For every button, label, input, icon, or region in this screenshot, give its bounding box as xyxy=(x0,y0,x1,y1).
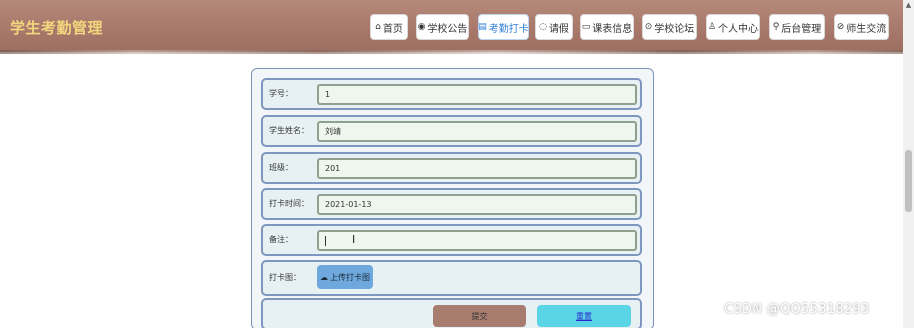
top-navbar: 学生考勤管理 ⌂ 首页 ◉ 学校公告 ▤ 考勤打卡 ◌ 请假 ▭ 课表信息 ⊙ … xyxy=(0,0,903,54)
form-row-class: 班级： 201 xyxy=(261,152,642,184)
leave-icon: ◌ xyxy=(539,21,547,32)
nav-label: 考勤打卡 xyxy=(488,23,529,35)
form-row-remarks: 备注： xyxy=(261,224,642,256)
field-label: 打卡图： xyxy=(269,273,301,282)
form-row-student-name: 学生姓名： 刘靖 xyxy=(261,115,642,147)
text-caret xyxy=(325,235,326,246)
student-id-field[interactable]: 1 xyxy=(317,84,637,105)
home-icon: ⌂ xyxy=(375,21,381,32)
checkin-time-field[interactable]: 2021-01-13 xyxy=(317,194,637,215)
nav-schedule[interactable]: ▭ 课表信息 xyxy=(580,14,634,40)
upload-button-label: 上传打卡图 xyxy=(330,272,370,282)
form-row-checkin-time: 打卡时间： 2021-01-13 xyxy=(261,188,642,220)
nav-label: 个人中心 xyxy=(718,23,759,35)
nav-label: 学校论坛 xyxy=(654,23,695,35)
form-row-student-id: 学号： 1 xyxy=(261,78,642,110)
announcement-icon: ◉ xyxy=(417,21,426,32)
link-icon: ⚲ xyxy=(772,21,780,32)
watermark-text: CSDN @QQ55318293 xyxy=(724,302,870,317)
text-cursor-icon: Ι xyxy=(352,233,356,246)
schedule-icon: ▭ xyxy=(581,21,591,32)
class-field[interactable]: 201 xyxy=(317,158,637,179)
page-scrollbar[interactable]: ▲ xyxy=(903,0,914,328)
field-label: 班级： xyxy=(269,163,293,172)
nav-announcements[interactable]: ◉ 学校公告 xyxy=(416,14,469,40)
nav-label: 请假 xyxy=(548,23,569,35)
user-icon: ♙ xyxy=(707,21,717,32)
reset-button[interactable]: 重置 xyxy=(537,305,631,327)
nav-label: 首页 xyxy=(382,23,403,35)
nav-label: 师生交流 xyxy=(846,23,887,35)
nav-leave[interactable]: ◌ 请假 xyxy=(535,14,573,40)
checkin-icon: ▤ xyxy=(478,21,487,32)
nav-admin[interactable]: ⚲ 后台管理 xyxy=(769,14,825,40)
app-title: 学生考勤管理 xyxy=(10,19,104,37)
form-row-upload: 打卡图： ☁ 上传打卡图 xyxy=(261,260,642,296)
nav-home[interactable]: ⌂ 首页 xyxy=(370,14,408,40)
submit-button[interactable]: 提交 xyxy=(433,305,526,327)
nav-label: 学校公告 xyxy=(427,23,468,35)
remarks-field[interactable] xyxy=(317,230,637,251)
student-name-field[interactable]: 刘靖 xyxy=(317,121,637,142)
field-label: 打卡时间： xyxy=(269,199,309,208)
nav-teacher-student-chat[interactable]: ⊘ 师生交流 xyxy=(834,14,889,40)
nav-personal-center[interactable]: ♙ 个人中心 xyxy=(706,14,760,40)
chat-icon: ⊘ xyxy=(836,21,845,32)
forum-icon: ⊙ xyxy=(644,21,653,32)
nav-label: 课表信息 xyxy=(592,23,633,35)
nav-forum[interactable]: ⊙ 学校论坛 xyxy=(642,14,697,40)
nav-checkin[interactable]: ▤ 考勤打卡 xyxy=(478,14,529,40)
field-label: 备注： xyxy=(269,235,293,244)
cloud-upload-icon: ☁ xyxy=(320,272,328,282)
scroll-up-icon[interactable]: ▲ xyxy=(903,0,914,10)
scrollbar-thumb[interactable] xyxy=(905,150,912,212)
field-label: 学生姓名： xyxy=(269,126,309,135)
nav-label: 后台管理 xyxy=(781,23,822,35)
field-label: 学号： xyxy=(269,89,293,98)
upload-image-button[interactable]: ☁ 上传打卡图 xyxy=(317,265,373,289)
